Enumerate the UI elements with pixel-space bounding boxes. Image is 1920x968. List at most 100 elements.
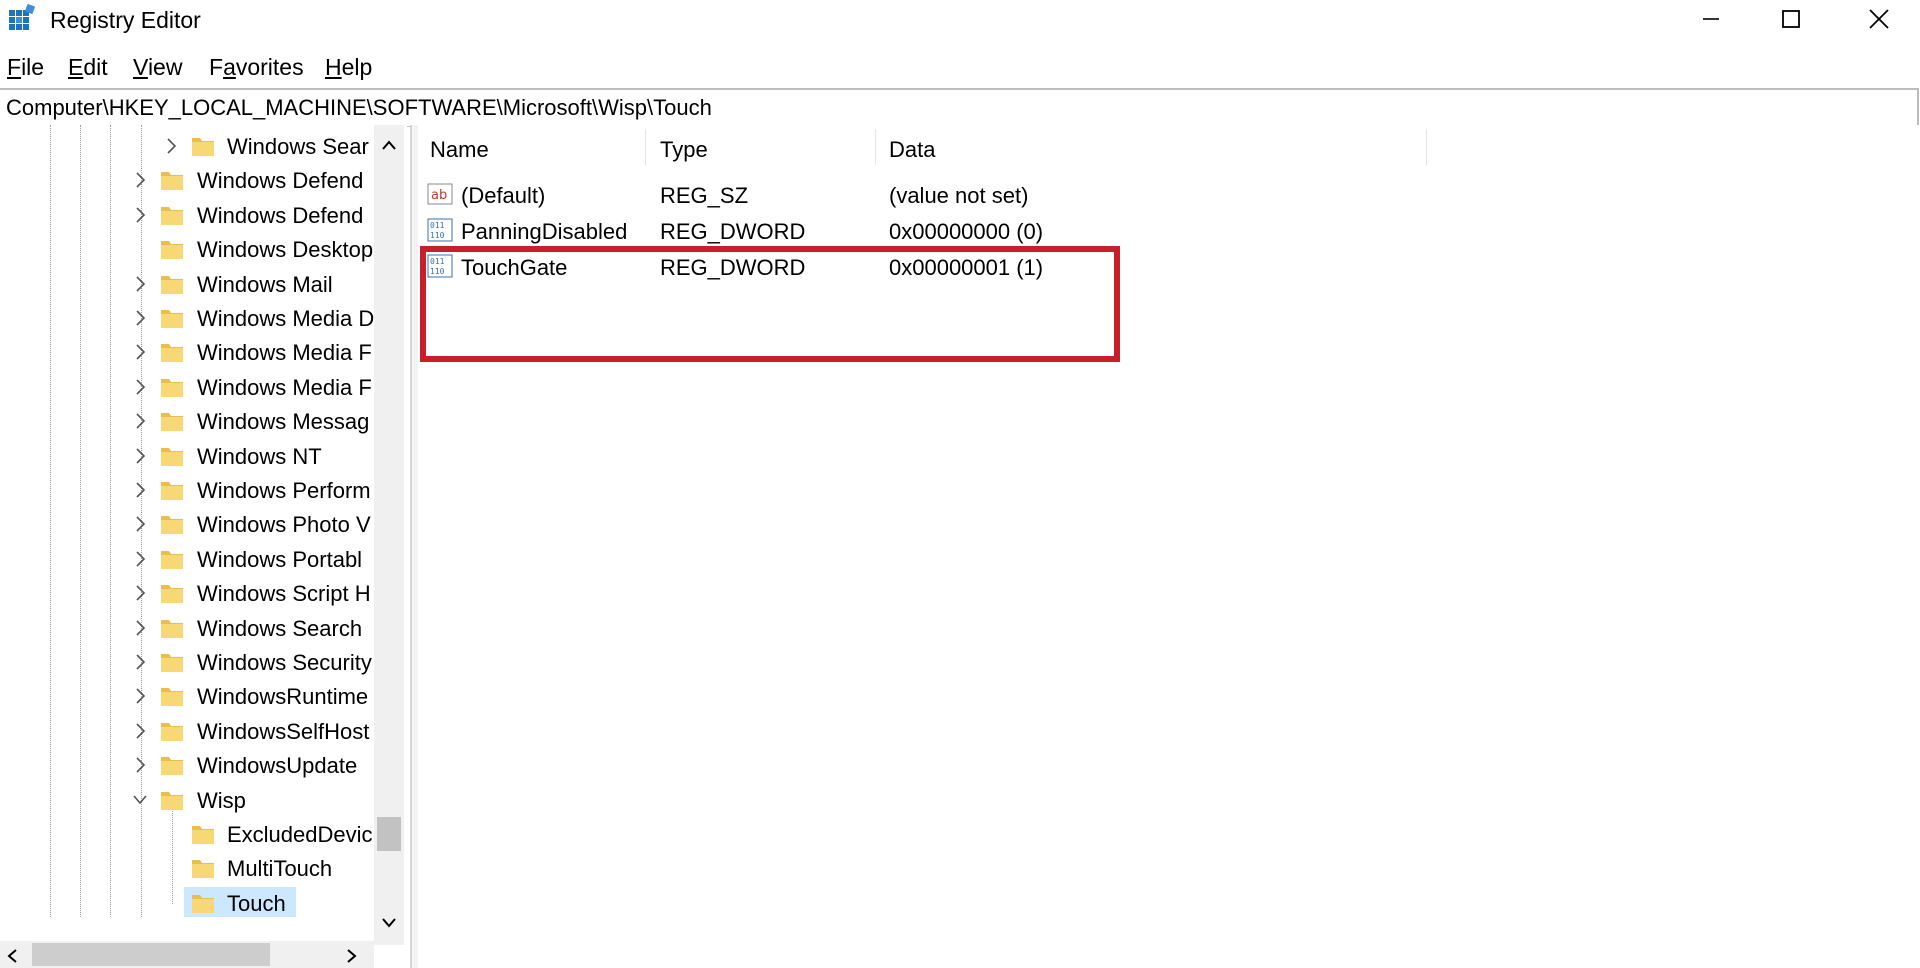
menu-help[interactable]: Help (325, 54, 372, 81)
chevron-right-icon[interactable] (133, 206, 147, 224)
tree-item-label: Windows Media F (197, 374, 372, 400)
tree-item[interactable]: Windows Portabl (0, 543, 374, 575)
menu-favorites[interactable]: Favorites (209, 54, 304, 81)
tree-item[interactable]: Windows Photo V (0, 508, 374, 540)
tree-item-label: Windows Script H (197, 581, 371, 607)
chevron-right-icon[interactable] (133, 412, 147, 430)
tree-vertical-scroll-thumb[interactable] (377, 817, 401, 851)
pane-splitter[interactable] (410, 125, 418, 968)
scroll-down-icon[interactable] (381, 917, 397, 929)
chevron-down-icon[interactable] (133, 791, 147, 809)
tree-item-label: Windows Sear (227, 134, 369, 159)
chevron-right-icon[interactable] (133, 722, 147, 740)
column-header-type[interactable]: Type (660, 137, 708, 163)
folder-icon (161, 757, 183, 776)
tree-item-label: Touch (227, 890, 286, 916)
scroll-left-icon[interactable] (6, 948, 18, 964)
chevron-right-icon[interactable] (133, 687, 147, 705)
value-row-default[interactable]: ab (Default) REG_SZ (value not set) (418, 177, 1518, 213)
tree-item[interactable]: Touch (0, 886, 374, 917)
tree-horizontal-scroll-thumb[interactable] (32, 943, 270, 966)
close-button[interactable] (1840, 0, 1918, 38)
svg-text:ab: ab (431, 188, 447, 203)
address-bar[interactable]: Computer\HKEY_LOCAL_MACHINE\SOFTWARE\Mic… (0, 88, 1919, 127)
chevron-right-icon[interactable] (164, 137, 178, 155)
menu-edit[interactable]: Edit (68, 54, 108, 81)
folder-icon (161, 413, 183, 432)
menu-bar: File Edit View Favorites Help (0, 48, 1920, 86)
tree-item[interactable]: ExcludedDevic (0, 818, 374, 850)
chevron-right-icon[interactable] (133, 275, 147, 293)
folder-icon (161, 722, 183, 741)
tree-item[interactable]: Windows Perform (0, 474, 374, 506)
folder-icon (161, 791, 183, 810)
tree-item[interactable]: Windows Script H (0, 577, 374, 609)
tree-item[interactable]: Windows Sear (0, 130, 374, 162)
scroll-up-icon[interactable] (381, 139, 397, 151)
chevron-right-icon[interactable] (133, 447, 147, 465)
key-tree-pane[interactable]: Windows Sear Windows Defend Windows Defend… (0, 125, 407, 968)
column-separator[interactable] (875, 129, 876, 165)
chevron-right-icon[interactable] (133, 756, 147, 774)
chevron-right-icon[interactable] (133, 309, 147, 327)
tree-item[interactable]: WindowsRuntime (0, 680, 374, 712)
maximize-button[interactable] (1752, 0, 1830, 38)
column-header-name[interactable]: Name (430, 137, 489, 163)
chevron-right-icon[interactable] (133, 481, 147, 499)
tree-item[interactable]: Windows Media D (0, 302, 374, 334)
chevron-right-icon[interactable] (133, 550, 147, 568)
tree-item[interactable]: Windows Messag (0, 405, 374, 437)
chevron-right-icon[interactable] (133, 619, 147, 637)
column-separator[interactable] (1426, 129, 1427, 165)
folder-icon (161, 654, 183, 672)
chevron-right-icon[interactable] (133, 378, 147, 396)
chevron-right-icon[interactable] (133, 584, 147, 602)
folder-icon (161, 344, 183, 363)
tree-item-label: Windows Media F (197, 340, 372, 366)
registry-editor-app-icon (9, 4, 36, 30)
value-type: REG_DWORD (660, 219, 806, 244)
value-row-panningdisabled[interactable]: 011 110 PanningDisabled REG_DWORD 0x0000… (418, 213, 1518, 249)
folder-icon (161, 688, 183, 707)
value-data: (value not set) (889, 183, 1029, 208)
tree-item[interactable]: Windows Mail (0, 268, 374, 300)
chevron-right-icon[interactable] (133, 171, 147, 189)
folder-icon (161, 550, 183, 569)
tree-item[interactable]: Windows Defend (0, 199, 374, 231)
svg-text:011: 011 (430, 221, 445, 230)
tree-item[interactable]: WindowsUpdate (0, 749, 374, 781)
tree-item-label: ExcludedDevic (227, 822, 373, 847)
menu-file[interactable]: File (7, 54, 44, 81)
value-name: PanningDisabled (461, 219, 628, 244)
tree-item-label: Windows Security (197, 650, 372, 675)
column-separator[interactable] (645, 129, 646, 165)
tree-vertical-scrollbar[interactable] (374, 125, 404, 945)
value-name: (Default) (461, 183, 546, 208)
tree-item[interactable]: Windows Desktop (0, 233, 374, 265)
svg-text:110: 110 (430, 231, 445, 240)
tree-item[interactable]: Windows NT (0, 440, 374, 472)
tree-item[interactable]: MultiTouch (0, 852, 374, 884)
title-bar: Registry Editor (0, 0, 1920, 38)
minimize-button[interactable] (1672, 0, 1750, 38)
tree-item[interactable]: Windows Security (0, 646, 374, 678)
tree-item[interactable]: Windows Media F (0, 371, 374, 403)
tree-item[interactable]: Windows Media F (0, 336, 374, 368)
folder-icon (161, 619, 183, 638)
tree-item[interactable]: Windows Defend (0, 164, 374, 196)
chevron-right-icon[interactable] (133, 515, 147, 533)
tree-horizontal-scrollbar[interactable] (0, 941, 374, 968)
tree-item[interactable]: WindowsSelfHost (0, 715, 374, 747)
scroll-right-icon[interactable] (346, 948, 358, 964)
tree-item-label: WindowsRuntime (197, 684, 369, 710)
tree-item-label: Windows Photo V (197, 512, 371, 538)
column-header-data[interactable]: Data (889, 137, 935, 163)
address-path[interactable]: Computer\HKEY_LOCAL_MACHINE\SOFTWARE\Mic… (6, 95, 712, 121)
chevron-right-icon[interactable] (133, 343, 147, 361)
chevron-right-icon[interactable] (133, 653, 147, 671)
tree-item-label: Windows Portabl (197, 546, 363, 572)
tree-item[interactable]: Windows Search (0, 612, 374, 644)
folder-icon (161, 378, 183, 397)
tree-item[interactable]: Wisp (0, 784, 374, 816)
menu-view[interactable]: View (133, 54, 182, 81)
